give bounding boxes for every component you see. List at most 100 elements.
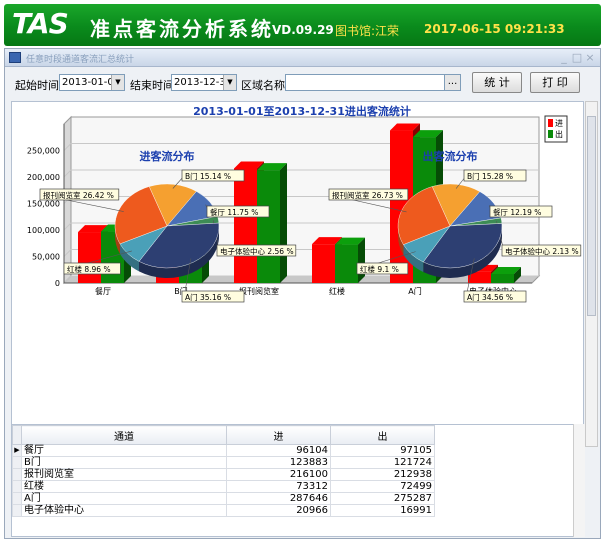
cell-channel: 餐厅 <box>21 444 227 457</box>
pie-title: 出客流分布 <box>423 149 478 163</box>
start-time-label: 起始时间 <box>15 79 59 92</box>
app-title: 准点客流分析系统 <box>90 17 274 41</box>
column-header-in[interactable]: 进 <box>226 425 331 445</box>
row-header[interactable] <box>12 480 22 493</box>
start-date-picker[interactable]: 2013-01-01 ▼ <box>59 74 125 91</box>
row-header[interactable] <box>12 456 22 469</box>
pie-label: A门 34.56 % <box>467 293 513 302</box>
bar-1 <box>257 170 280 283</box>
legend-label-1: 出 <box>555 129 563 139</box>
cell-in: 123883 <box>226 456 331 469</box>
cell-in: 73312 <box>226 480 331 493</box>
chevron-down-icon[interactable]: ▼ <box>223 75 236 90</box>
cell-out: 212938 <box>330 468 435 481</box>
pie-label: 红楼 8.96 % <box>67 264 111 274</box>
chart-floor <box>62 275 541 284</box>
pie-label: 报刊阅览室 26.73 % <box>332 190 403 200</box>
table-row[interactable]: 红楼 73312 72499 <box>12 480 435 493</box>
filter-toolbar: 起始时间 2013-01-01 ▼ 结束时间 2013-12-31 ▼ 区域名称… <box>5 68 600 98</box>
cell-in: 20966 <box>226 504 331 517</box>
end-time-label: 结束时间 <box>130 79 174 92</box>
row-header-corner <box>12 425 22 445</box>
print-button[interactable]: 打 印 <box>530 72 580 93</box>
pie-label: 电子体验中心 2.56 % <box>220 246 294 256</box>
area-name-input[interactable] <box>285 74 460 91</box>
row-header[interactable] <box>12 492 22 505</box>
pie-label: 红楼 9.1 % <box>360 264 399 274</box>
pie-label: 餐厅 11.75 % <box>210 208 258 217</box>
charts-svg: 2013-01-01至2013-12-31进出客流统计 0 50,000 100,00… <box>27 104 582 303</box>
table-scrollbar[interactable] <box>573 424 585 537</box>
table-row[interactable]: 报刊阅览室 216100 212938 <box>12 468 435 481</box>
row-header[interactable]: ▶ <box>12 444 22 457</box>
chart-scrollbar[interactable] <box>585 101 598 447</box>
y-tick-label: 100,000 <box>27 226 60 235</box>
library-label: 图书馆:江荣 <box>335 24 400 38</box>
legend-swatch-0 <box>548 119 553 127</box>
data-grid: 通道 进 出 ▶ 餐厅 96104 97105 B门 123883 121724 报刊阅览室 2… <box>11 424 584 537</box>
table-header-row: 通道 进 出 <box>12 425 435 445</box>
bar-1 <box>491 273 514 283</box>
pie-title: 进客流分布 <box>140 149 195 163</box>
pie-label: 电子体验中心 2.13 % <box>505 246 579 256</box>
bar-side-1 <box>358 237 365 283</box>
row-header[interactable] <box>12 468 22 481</box>
cell-in: 287646 <box>226 492 331 505</box>
cell-out: 121724 <box>330 456 435 469</box>
cell-out: 72499 <box>330 480 435 493</box>
row-header[interactable] <box>12 504 22 517</box>
legend-label-0: 进 <box>555 119 563 128</box>
pie-label: 餐厅 12.19 % <box>493 208 541 217</box>
version-label: VD.09.29 <box>272 23 334 37</box>
cell-out: 16991 <box>330 504 435 517</box>
column-header-out[interactable]: 出 <box>330 425 435 445</box>
tas-logo: TAS <box>12 7 69 40</box>
statistics-button[interactable]: 统 计 <box>472 72 522 93</box>
window-app-icon <box>9 52 21 63</box>
table-row[interactable]: A门 287646 275287 <box>12 492 435 505</box>
x-tick-label: 红楼 <box>329 286 345 296</box>
cell-in: 96104 <box>226 444 331 457</box>
area-name-label: 区域名称 <box>241 79 285 92</box>
table-row[interactable]: ▶ 餐厅 96104 97105 <box>12 444 435 457</box>
header-banner: TAS 准点客流分析系统 VD.09.29 图书馆:江荣 2017-06-15 … <box>4 4 601 46</box>
cell-in: 216100 <box>226 468 331 481</box>
area-browse-button[interactable]: ... <box>444 74 461 91</box>
cell-channel: B门 <box>21 456 227 469</box>
x-tick-label: 报刊阅览室 <box>239 286 279 296</box>
y-tick-label: 150,000 <box>27 200 60 209</box>
datetime-label: 2017-06-15 09:21:33 <box>424 22 565 36</box>
app-root: TAS 准点客流分析系统 VD.09.29 图书馆:江荣 2017-06-15 … <box>0 0 605 543</box>
pie-label: 报刊阅览室 26.42 % <box>43 190 114 200</box>
y-tick-label: 250,000 <box>27 147 60 156</box>
bar-side-1 <box>280 163 287 283</box>
pie-label: B门 15.14 % <box>185 172 231 181</box>
data-table: 通道 进 出 ▶ 餐厅 96104 97105 B门 123883 121724 报刊阅览室 2… <box>12 425 435 517</box>
window-titlebar[interactable]: 任意时段通道客流汇总统计 _ □ × <box>5 49 600 67</box>
bar-chart-title: 2013-01-01至2013-12-31进出客流统计 <box>193 104 411 118</box>
y-tick-label: 50,000 <box>32 253 60 262</box>
chart-panel: 2013-01-01至2013-12-31进出客流统计 0 50,000 100,00… <box>11 101 584 447</box>
cell-channel: 报刊阅览室 <box>21 468 227 481</box>
column-header-channel[interactable]: 通道 <box>21 425 227 445</box>
cell-out: 275287 <box>330 492 435 505</box>
pie-label: B门 15.28 % <box>467 172 513 181</box>
pie-label: A门 35.16 % <box>185 293 231 302</box>
cell-channel: 电子体验中心 <box>21 504 227 517</box>
window-title: 任意时段通道客流汇总统计 <box>26 55 135 65</box>
chevron-down-icon[interactable]: ▼ <box>111 75 124 90</box>
x-tick-label: 餐厅 <box>95 287 111 296</box>
bar-0 <box>312 244 335 283</box>
bar-0 <box>234 168 257 283</box>
y-tick-label: 0 <box>55 279 60 288</box>
table-row[interactable]: 电子体验中心 20966 16991 <box>12 504 435 517</box>
close-button[interactable]: × <box>584 51 596 64</box>
chart-scrollbar-thumb[interactable] <box>587 116 596 316</box>
bar-1 <box>335 244 358 283</box>
table-row[interactable]: B门 123883 121724 <box>12 456 435 469</box>
end-date-picker[interactable]: 2013-12-31 ▼ <box>171 74 237 91</box>
x-tick-label: A门 <box>408 286 421 296</box>
maximize-button[interactable]: □ <box>571 51 583 64</box>
minimize-button[interactable]: _ <box>558 51 570 64</box>
bar-0 <box>78 232 101 283</box>
